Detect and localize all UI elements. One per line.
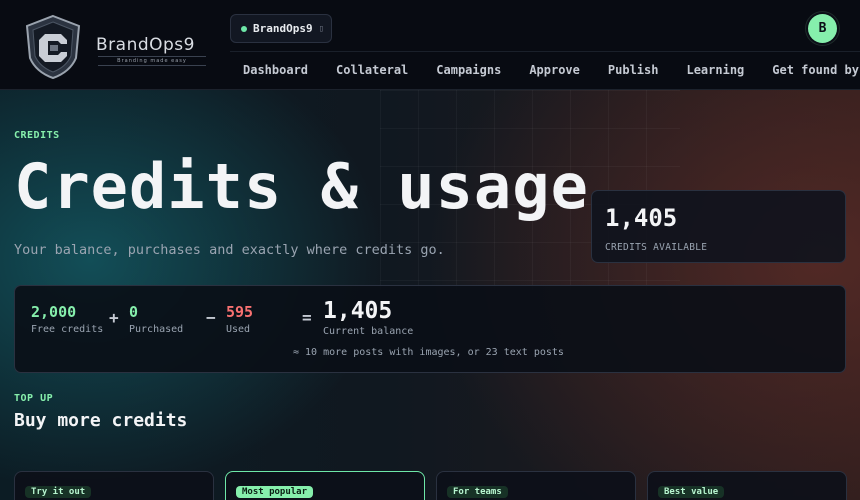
nav-item-approve[interactable]: Approve: [515, 60, 594, 82]
nav-item-collateral[interactable]: Collateral: [322, 60, 422, 82]
balance-summary-card: 2,000 Free credits + 0 Purchased − 595 U…: [14, 285, 846, 373]
topup-eyebrow: TOP UP: [14, 393, 54, 404]
avatar[interactable]: B: [808, 14, 837, 43]
minus-operator: −: [206, 308, 216, 327]
purchased-value: 0: [129, 303, 139, 321]
hero-eyebrow: CREDITS: [14, 130, 60, 141]
pack-badge: For teams: [447, 486, 508, 498]
current-balance-label: Current balance: [323, 326, 414, 337]
credits-available-card: 1,405 CREDITS AVAILABLE: [591, 190, 846, 263]
nav-divider: [230, 51, 860, 52]
brand-name: BrandOps9: [96, 35, 195, 55]
workspace-name: BrandOps9: [253, 22, 313, 35]
nav-item-get-found-by-ai[interactable]: Get found by AI: [758, 60, 860, 82]
workspace-switcher[interactable]: BrandOps9 ▯: [230, 14, 332, 43]
equals-operator: =: [302, 308, 312, 327]
main-nav: Dashboard Collateral Campaigns Approve P…: [229, 60, 860, 82]
current-balance-stat: 1,405 Current balance: [323, 298, 413, 337]
current-balance-value: 1,405: [323, 298, 393, 324]
status-dot-icon: [241, 25, 247, 32]
free-credits-value: 2,000: [31, 303, 77, 321]
pack-badge: Best value: [658, 486, 725, 498]
pack-badge: Try it out: [25, 486, 92, 498]
credit-pack-card[interactable]: Best value: [647, 471, 847, 500]
page-title: Credits & usage: [14, 150, 589, 223]
free-credits-label: Free credits: [31, 324, 104, 335]
used-value: 595: [226, 303, 254, 321]
chevron-down-icon: ▯: [318, 23, 325, 34]
usage-estimate: ≈ 10 more posts with images, or 23 text …: [293, 347, 564, 358]
topup-title: Buy more credits: [14, 410, 188, 431]
top-header: BrandOps9 Branding made easy BrandOps9 ▯…: [0, 0, 860, 90]
credit-pack-card[interactable]: Most popular: [225, 471, 425, 500]
credit-pack-card[interactable]: Try it out: [14, 471, 214, 500]
pack-badge: Most popular: [236, 486, 314, 498]
brand-tagline: Branding made easy: [98, 56, 206, 66]
credit-pack-card[interactable]: For teams: [436, 471, 636, 500]
brand-logo-icon[interactable]: [24, 14, 82, 80]
plus-operator: +: [109, 308, 119, 327]
purchased-stat: 0 Purchased: [129, 303, 183, 335]
nav-item-learning[interactable]: Learning: [672, 60, 758, 82]
purchased-label: Purchased: [129, 324, 184, 335]
free-credits-stat: 2,000 Free credits: [31, 303, 103, 335]
nav-item-campaigns[interactable]: Campaigns: [422, 60, 515, 82]
nav-item-dashboard[interactable]: Dashboard: [229, 60, 322, 82]
credits-available-value: 1,405: [605, 204, 678, 232]
used-label: Used: [226, 324, 251, 335]
nav-item-publish[interactable]: Publish: [594, 60, 673, 82]
used-stat: 595 Used: [226, 303, 253, 335]
credits-available-label: CREDITS AVAILABLE: [605, 242, 708, 253]
page-subtitle: Your balance, purchases and exactly wher…: [14, 242, 445, 258]
